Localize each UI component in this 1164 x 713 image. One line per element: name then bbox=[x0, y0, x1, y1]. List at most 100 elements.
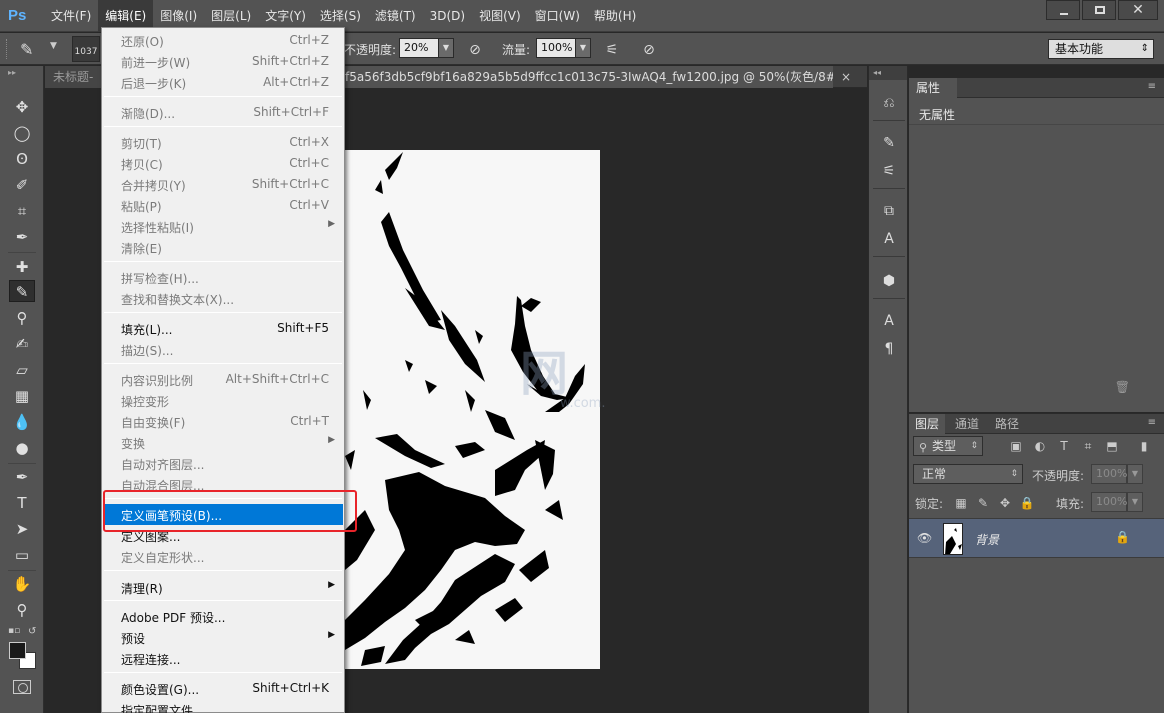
eyedropper-tool-icon[interactable]: ✒ bbox=[9, 226, 35, 248]
menu-file[interactable]: 文件(F) bbox=[44, 0, 98, 32]
menu-item-auto-align-layers[interactable]: 自动对齐图层... bbox=[103, 453, 343, 474]
healing-brush-tool-icon[interactable]: ✚ bbox=[9, 256, 35, 278]
menu-item-free-transform[interactable]: 自由变换(F) Ctrl+T bbox=[103, 411, 343, 432]
opacity-input[interactable]: 20% bbox=[399, 38, 439, 58]
history-brush-tool-icon[interactable]: ✍ bbox=[9, 333, 35, 355]
flow-dropdown[interactable]: ▼ bbox=[575, 38, 591, 58]
panel-menu-icon[interactable]: ≡ bbox=[1148, 417, 1156, 428]
clone-source-icon[interactable]: ⧉ bbox=[878, 200, 900, 222]
menu-3d[interactable]: 3D(D) bbox=[423, 0, 472, 32]
menu-item-fill[interactable]: 填充(L)... Shift+F5 bbox=[103, 318, 343, 339]
menu-item-stroke[interactable]: 描边(S)... bbox=[103, 339, 343, 360]
menu-item-find-replace[interactable]: 查找和替换文本(X)... bbox=[103, 288, 343, 309]
flow-input[interactable]: 100% bbox=[536, 38, 576, 58]
lock-all-icon[interactable]: 🔒 bbox=[1019, 495, 1035, 511]
quick-mask-icon[interactable] bbox=[13, 680, 31, 694]
filter-type-icon[interactable]: T bbox=[1055, 437, 1073, 455]
opacity-dropdown[interactable]: ▼ bbox=[438, 38, 454, 58]
hand-tool-icon[interactable]: ✋ bbox=[9, 573, 35, 595]
menu-item-fade[interactable]: 渐隐(D)... Shift+Ctrl+F bbox=[103, 102, 343, 123]
fill-dropdown[interactable]: ▼ bbox=[1127, 492, 1143, 512]
trash-icon[interactable]: 🗑 bbox=[1115, 380, 1130, 394]
layer-row-background[interactable]: 👁 背景 🔒 bbox=[909, 518, 1164, 558]
filter-adjustment-icon[interactable]: ◐ bbox=[1031, 437, 1049, 455]
chevron-down-icon[interactable]: ▼ bbox=[50, 41, 57, 51]
filter-smart-object-icon[interactable]: ⬒ bbox=[1103, 437, 1121, 455]
brush-size-picker[interactable]: 1037 bbox=[72, 36, 100, 62]
menu-filter[interactable]: 滤镜(T) bbox=[368, 0, 423, 32]
layer-opacity-dropdown[interactable]: ▼ bbox=[1127, 464, 1143, 484]
brush-presets-icon[interactable]: ⚟ bbox=[878, 160, 900, 182]
gradient-tool-icon[interactable]: ▦ bbox=[9, 385, 35, 407]
foreground-color-swatch[interactable] bbox=[9, 642, 26, 659]
tab-layers[interactable]: 图层 bbox=[909, 414, 946, 434]
filter-kind-select[interactable]: ⚲ 类型 ⇕ bbox=[913, 436, 983, 456]
pen-tool-icon[interactable]: ✒ bbox=[9, 466, 35, 488]
lock-pixels-icon[interactable]: ✎ bbox=[975, 495, 991, 511]
filter-shape-icon[interactable]: ⌗ bbox=[1079, 437, 1097, 455]
menu-item-presets[interactable]: 预设 ▶ bbox=[103, 627, 343, 648]
tab-properties[interactable]: 属性 bbox=[909, 78, 957, 98]
filter-toggle-icon[interactable]: ▮ bbox=[1135, 437, 1153, 455]
history-panel-icon[interactable]: ⎌ bbox=[878, 92, 900, 114]
lock-position-icon[interactable]: ✥ bbox=[997, 495, 1013, 511]
blur-tool-icon[interactable]: 💧 bbox=[9, 411, 35, 433]
character-panel-icon[interactable]: A bbox=[878, 310, 900, 332]
menu-item-step-forward[interactable]: 前进一步(W) Shift+Ctrl+Z bbox=[103, 51, 343, 72]
toolbar-collapse-icon[interactable]: ▸▸ bbox=[0, 66, 43, 80]
3d-panel-icon[interactable]: ⬢ bbox=[878, 270, 900, 292]
menu-item-check-spelling[interactable]: 拼写检查(H)... bbox=[103, 267, 343, 288]
clone-stamp-tool-icon[interactable]: ⚲ bbox=[9, 307, 35, 329]
menu-item-clear[interactable]: 清除(E) bbox=[103, 237, 343, 258]
eye-icon[interactable]: 👁 bbox=[917, 531, 932, 545]
tab-paths[interactable]: 路径 bbox=[989, 414, 1025, 434]
menu-item-adobe-pdf-presets[interactable]: Adobe PDF 预设... bbox=[103, 606, 343, 627]
fill-input[interactable]: 100% bbox=[1091, 492, 1127, 512]
strip-collapse-icon[interactable]: ◂◂ bbox=[869, 66, 907, 80]
tab-active-document[interactable]: f5a56f3db5cf9bf16a829a5b5d9ffcc1c013c75-… bbox=[343, 66, 833, 88]
minimize-button[interactable] bbox=[1046, 0, 1080, 20]
brush-panel-icon[interactable]: ✎ bbox=[878, 132, 900, 154]
menu-item-content-aware-scale[interactable]: 内容识别比例 Alt+Shift+Ctrl+C bbox=[103, 369, 343, 390]
menu-item-transform[interactable]: 变换 ▶ bbox=[103, 432, 343, 453]
menu-window[interactable]: 窗口(W) bbox=[528, 0, 587, 32]
menu-item-copy[interactable]: 拷贝(C) Ctrl+C bbox=[103, 153, 343, 174]
crop-tool-icon[interactable]: ⌗ bbox=[9, 200, 35, 222]
type-tool-icon[interactable]: T bbox=[9, 492, 35, 514]
blend-mode-select[interactable]: 正常 ⇕ bbox=[913, 464, 1023, 484]
default-colors-icon[interactable]: ▪▫ bbox=[8, 626, 20, 636]
menu-item-assign-profile[interactable]: 指定配置文件... bbox=[103, 699, 343, 713]
menu-view[interactable]: 视图(V) bbox=[472, 0, 528, 32]
menu-item-undo[interactable]: 还原(O) Ctrl+Z bbox=[103, 30, 343, 51]
menu-help[interactable]: 帮助(H) bbox=[587, 0, 643, 32]
paragraph-panel-icon[interactable]: ¶ bbox=[878, 338, 900, 360]
menu-item-purge[interactable]: 清理(R) ▶ bbox=[103, 577, 343, 598]
menu-item-color-settings[interactable]: 颜色设置(G)... Shift+Ctrl+K bbox=[103, 678, 343, 699]
pressure-size-icon[interactable]: ⊘ bbox=[638, 39, 660, 61]
menu-item-paste[interactable]: 粘贴(P) Ctrl+V bbox=[103, 195, 343, 216]
menu-item-puppet-warp[interactable]: 操控变形 bbox=[103, 390, 343, 411]
menu-item-paste-special[interactable]: 选择性粘贴(I) ▶ bbox=[103, 216, 343, 237]
marquee-tool-icon[interactable]: ◯ bbox=[9, 122, 35, 144]
swap-colors-icon[interactable]: ↺ bbox=[28, 626, 36, 637]
menu-item-define-custom-shape[interactable]: 定义自定形状... bbox=[103, 546, 343, 567]
workspace-select[interactable]: 基本功能 ⇕ bbox=[1048, 39, 1154, 59]
rectangle-tool-icon[interactable]: ▭ bbox=[9, 544, 35, 566]
close-button[interactable]: ✕ bbox=[1118, 0, 1158, 20]
character-styles-icon[interactable]: A bbox=[878, 228, 900, 250]
airbrush-icon[interactable]: ⚟ bbox=[601, 39, 623, 61]
layer-opacity-input[interactable]: 100% bbox=[1091, 464, 1127, 484]
pressure-opacity-icon[interactable]: ⊘ bbox=[464, 39, 486, 61]
tab-untitled[interactable]: 未标题- bbox=[45, 66, 103, 88]
lasso-tool-icon[interactable]: ʘ bbox=[9, 148, 35, 170]
panel-menu-icon[interactable]: ≡ bbox=[1148, 81, 1156, 92]
tab-close-icon[interactable]: × bbox=[841, 66, 857, 88]
brush-tool-icon[interactable]: ✎ bbox=[9, 280, 35, 302]
lock-transparent-icon[interactable]: ▦ bbox=[953, 495, 969, 511]
options-grip[interactable] bbox=[6, 39, 10, 59]
menu-item-remote-connections[interactable]: 远程连接... bbox=[103, 648, 343, 669]
filter-pixel-icon[interactable]: ▣ bbox=[1007, 437, 1025, 455]
zoom-tool-icon[interactable]: ⚲ bbox=[9, 599, 35, 621]
quick-select-tool-icon[interactable]: ✐ bbox=[9, 174, 35, 196]
maximize-button[interactable] bbox=[1082, 0, 1116, 20]
